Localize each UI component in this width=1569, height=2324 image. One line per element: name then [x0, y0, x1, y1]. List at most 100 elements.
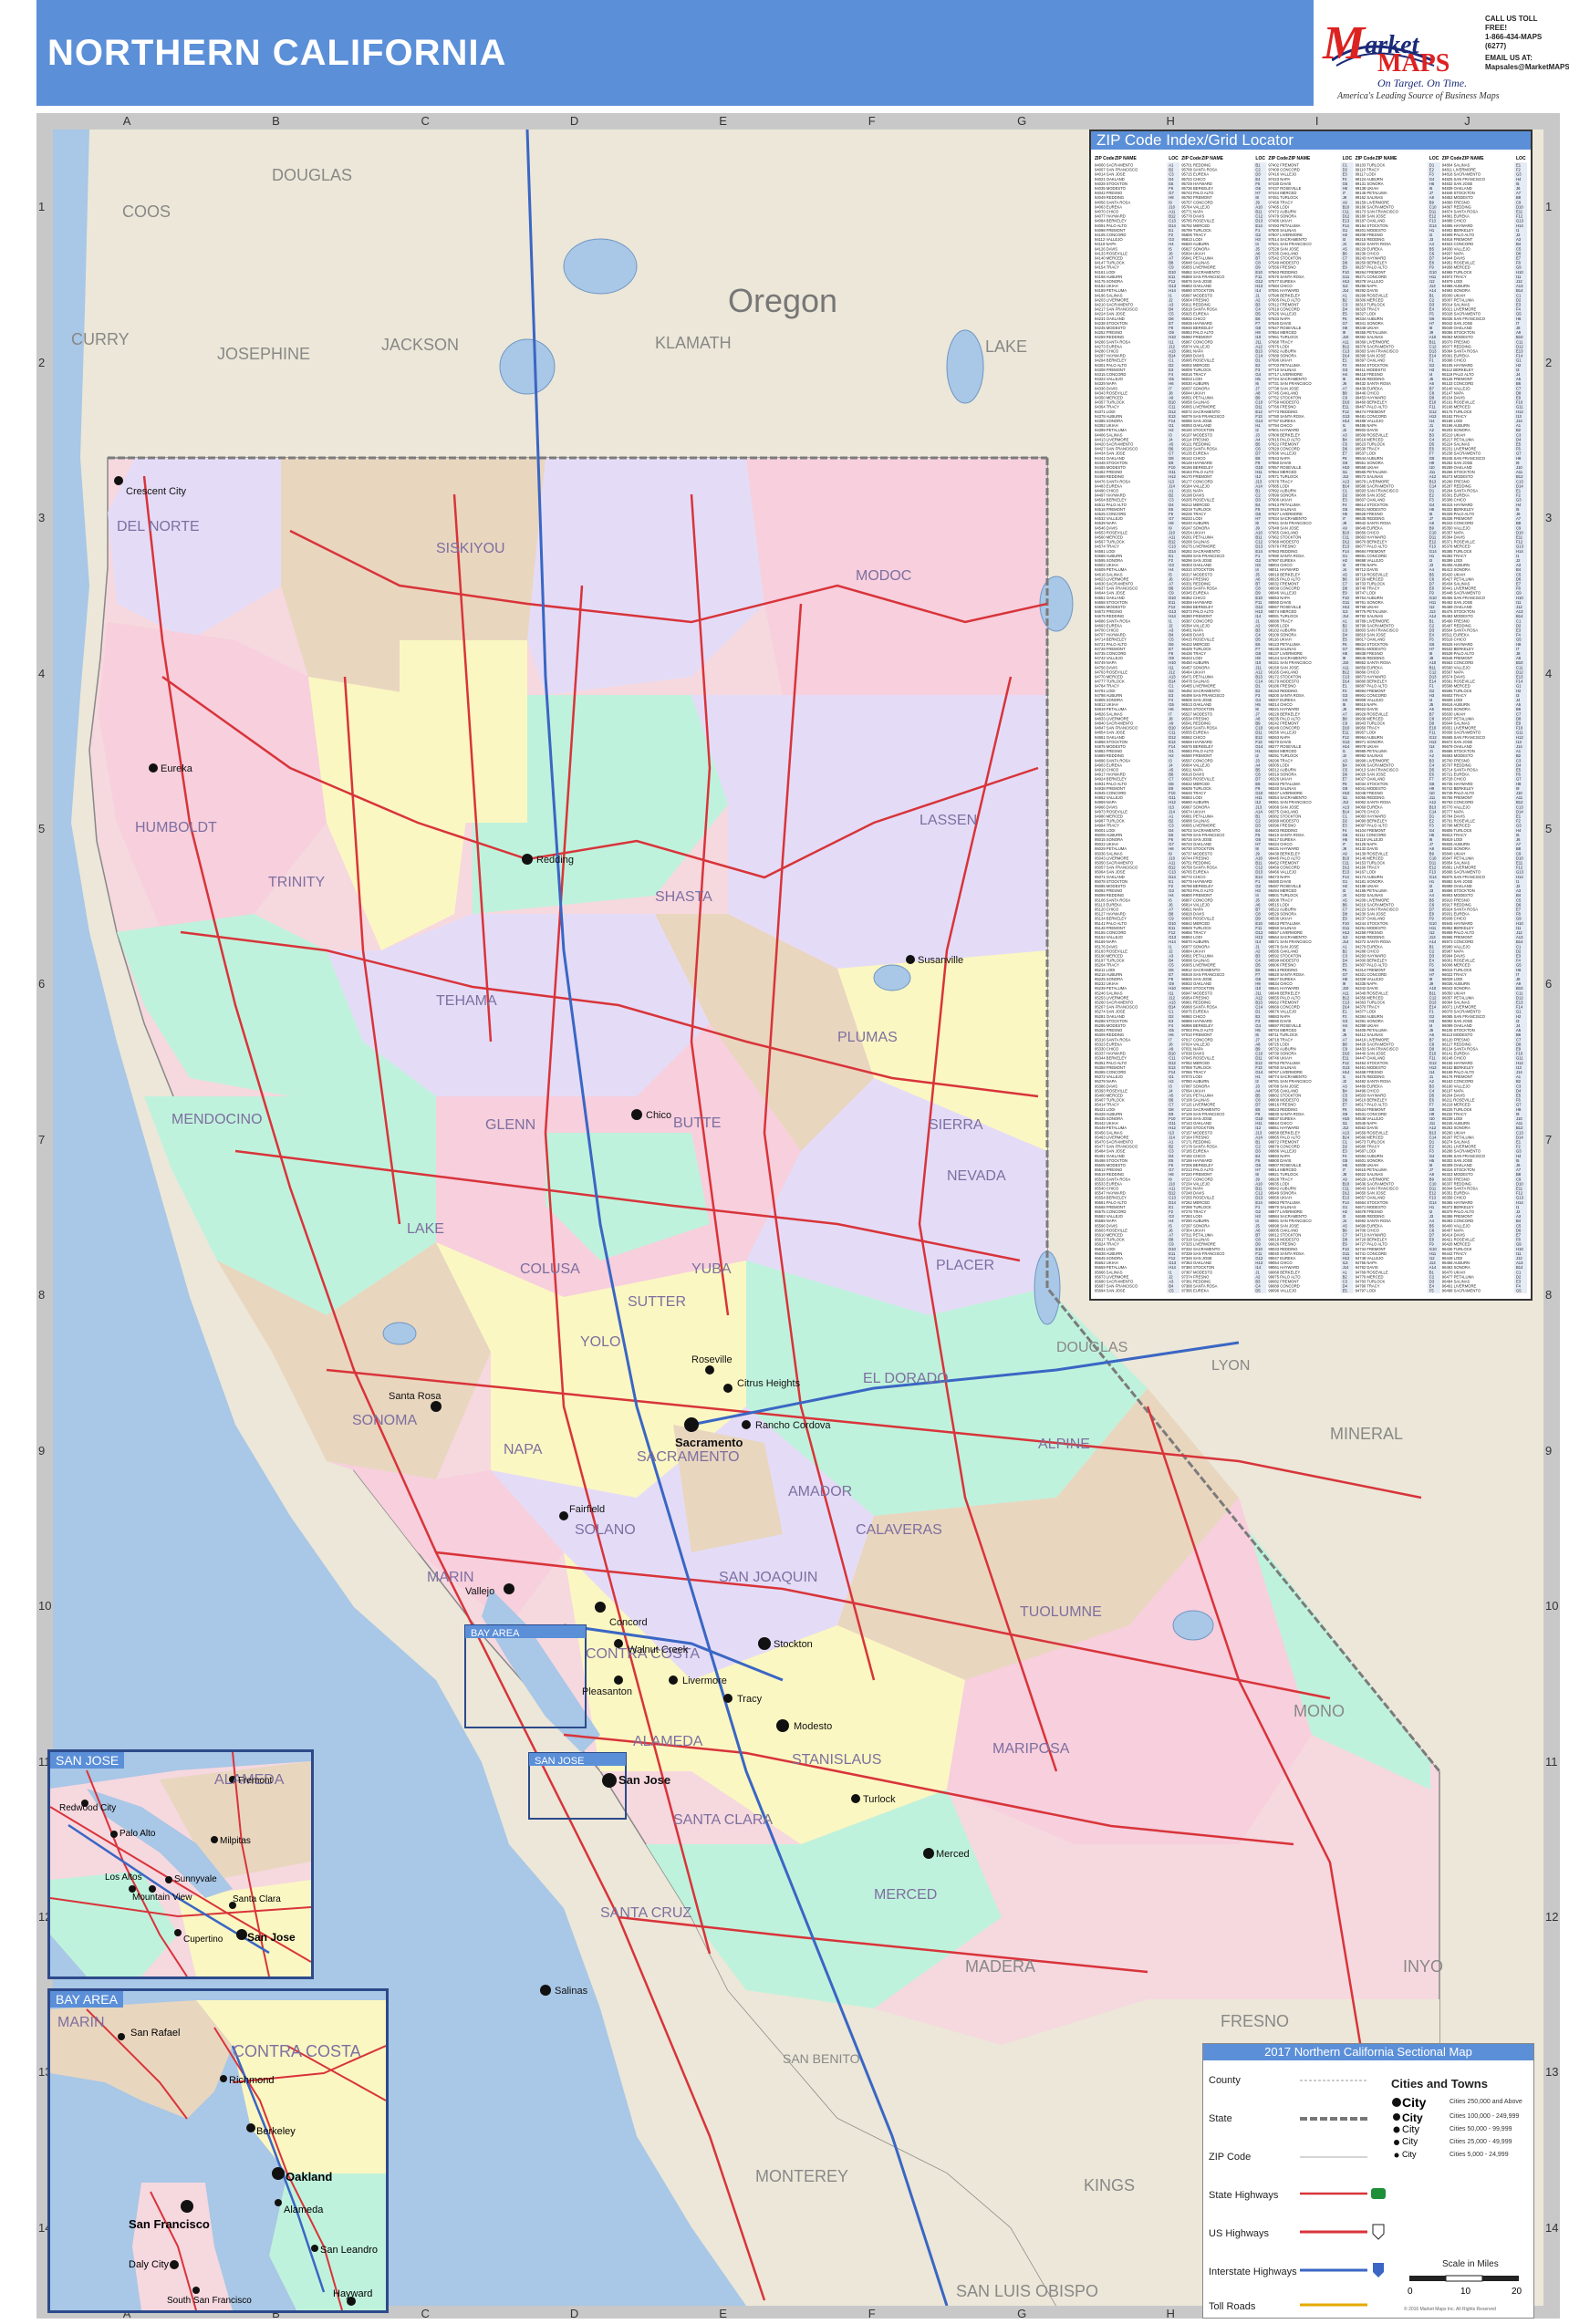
legend-city-sample-5: City	[1402, 2150, 1417, 2159]
grid-column-label: E	[719, 114, 727, 128]
grid-column-label: F	[868, 2307, 876, 2320]
inset-city-san-leandro: San Leandro	[320, 2245, 378, 2256]
grid-row-label: 6	[38, 977, 46, 991]
legend-row-us-highways: US Highways	[1209, 2228, 1270, 2239]
county-label-mendocino: MENDOCINO	[171, 1112, 263, 1127]
grid-row-label: 4	[38, 666, 46, 680]
city-label-merced: Merced	[936, 1849, 970, 1860]
region-label-san-benito: SAN BENITO	[783, 2051, 860, 2066]
zip-row: 94797 LODI	[1356, 1289, 1377, 1293]
grid-row-label: 2	[1545, 355, 1553, 369]
zip-row: 95694 SAN JOSE	[1095, 1289, 1126, 1293]
region-label-mineral: MINERAL	[1330, 1425, 1403, 1443]
legend-row-county: County	[1209, 2075, 1241, 2086]
county-label-stanislaus: STANISLAUS	[792, 1752, 881, 1768]
grid-column-label: D	[569, 2307, 579, 2320]
zip-column-header: LOC	[1516, 156, 1526, 161]
logo-tagline: On Target. On Time.	[1377, 77, 1468, 89]
grid-row-label: 6	[1545, 977, 1553, 991]
county-label-lake: LAKE	[407, 1221, 444, 1237]
region-label-inyo: INYO	[1403, 1957, 1443, 1976]
city-label-turlock: Turlock	[863, 1794, 896, 1805]
region-label-jackson: JACKSON	[381, 336, 459, 354]
legend-cities-title: Cities and Towns	[1391, 2077, 1488, 2091]
city-dot	[684, 1417, 699, 1432]
grid-row-label: 9	[1545, 1443, 1553, 1458]
zip-column-header: ZIP Code	[1442, 156, 1462, 161]
county-label-shasta: SHASTA	[655, 889, 712, 905]
legend-city-range-3: Cities 50,000 - 99,999	[1450, 2126, 1512, 2132]
grid-row-label: 4	[1545, 666, 1553, 680]
title-bar: NORTHERN CALIFORNIA	[36, 0, 1314, 106]
zip-column-header: LOC	[1255, 156, 1265, 161]
legend-city-range-4: Cities 25,000 - 49,999	[1450, 2139, 1512, 2145]
inset-county-contra-costa: CONTRA COSTA	[233, 2042, 361, 2060]
inset-city-santa-clara: Santa Clara	[233, 1894, 281, 1904]
legend-scale-tick-0: 0	[1408, 2287, 1413, 2297]
legend-city-sample-1: City	[1402, 2095, 1427, 2110]
legend-scale-tick-20: 20	[1512, 2287, 1522, 2297]
city-dot	[559, 1511, 568, 1520]
grid-column-label: G	[1017, 2307, 1027, 2320]
region-label-josephine: JOSEPHINE	[217, 345, 310, 363]
city-dot	[149, 763, 158, 773]
city-dot	[669, 1676, 678, 1685]
county-label-plumas: PLUMAS	[837, 1030, 898, 1045]
city-label-redding: Redding	[536, 855, 574, 866]
inset-city-hayward: Hayward	[333, 2288, 373, 2299]
region-label-lake-or: LAKE	[985, 337, 1027, 356]
inset-city-richmond: Richmond	[229, 2075, 275, 2086]
county-label-placer: PLACER	[936, 1258, 994, 1273]
bay-area-inset[interactable]: BAY AREA MARIN CONTRA COSTA San Rafael R…	[47, 1988, 389, 2313]
city-label-salinas: Salinas	[555, 1986, 588, 1997]
city-label-rancho-cordova: Rancho Cordova	[755, 1420, 831, 1431]
county-label-tuolumne: TUOLUMNE	[1020, 1604, 1102, 1620]
county-label-napa: NAPA	[504, 1442, 543, 1458]
zip-index-table: ZIP Code ZIP NAME LOC94000 SACRAMENTO A1940…	[1095, 156, 1527, 1293]
county-label-butte: BUTTE	[673, 1115, 721, 1131]
inset-city-san-jose: San Jose	[247, 1931, 296, 1944]
city-label-santa-rosa: Santa Rosa	[389, 1391, 442, 1402]
county-label-calaveras: CALAVERAS	[856, 1522, 942, 1538]
city-label-roseville: Roseville	[691, 1354, 733, 1365]
legend-swatches	[1300, 2080, 1386, 2307]
zip-column-header: ZIP NAME	[1201, 156, 1223, 161]
grid-row-label: 5	[1545, 821, 1553, 835]
grid-column-label: I	[1314, 114, 1319, 128]
zip-column-header: ZIP NAME	[1462, 156, 1484, 161]
legend-scale-title: Scale in Miles	[1442, 2259, 1499, 2269]
county-label-marin: MARIN	[427, 1570, 474, 1585]
city-dot	[614, 1676, 623, 1685]
contact-info: CALL US TOLL FREE! 1-866-434-MAPS (6277)…	[1485, 15, 1569, 71]
grid-row-label: 12	[1545, 1909, 1559, 1924]
page-title: NORTHERN CALIFORNIA	[47, 33, 507, 73]
inset-city-palo-alto: Palo Alto	[119, 1829, 156, 1839]
grid-row-label: 1	[1545, 200, 1553, 214]
county-label-yolo: YOLO	[580, 1334, 620, 1350]
county-label-trinity: TRINITY	[268, 875, 326, 890]
inset-city-fremont: Fremont	[238, 1776, 273, 1786]
city-dot	[723, 1384, 733, 1393]
city-dot	[776, 1719, 789, 1732]
logo-slogan: America's Leading Source of Business Map…	[1337, 91, 1500, 101]
inset-city-redwood-city: Redwood City	[59, 1803, 117, 1813]
grid-row-label: 9	[38, 1443, 46, 1458]
zip-column-header: LOC	[1343, 156, 1353, 161]
city-dot	[742, 1420, 751, 1429]
city-label-san-jose: San Jose	[618, 1773, 670, 1787]
city-label-sacramento: Sacramento	[675, 1436, 743, 1449]
legend-city-range-2: Cities 100,000 - 249,999	[1450, 2113, 1520, 2120]
city-dot	[631, 1109, 642, 1120]
city-label-walnut-creek: Walnut Creek	[628, 1644, 689, 1655]
san-jose-inset[interactable]: SAN JOSE ALAMEDA Redwood City Palo Alto …	[47, 1749, 314, 1979]
city-dot	[906, 955, 915, 964]
county-label-colusa: COLUSA	[520, 1261, 580, 1277]
city-label-susanville: Susanville	[918, 955, 963, 966]
grid-row-label: 11	[1545, 1754, 1558, 1769]
legend-row-state: State	[1209, 2113, 1232, 2124]
zip-column-header: ZIP NAME	[1376, 156, 1398, 161]
grid-column-labels-top: A B C D E F G H I J	[0, 113, 1569, 130]
grid-column-label: J	[1464, 114, 1470, 128]
zip-column-header: ZIP Code	[1181, 156, 1201, 161]
region-label-mono: MONO	[1294, 1702, 1345, 1720]
